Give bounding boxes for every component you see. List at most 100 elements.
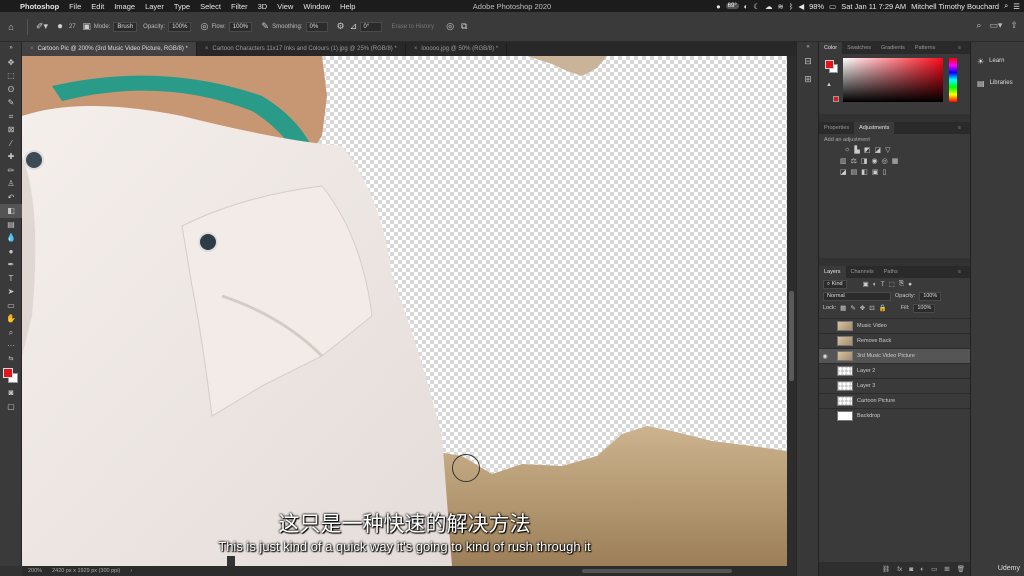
more-tools-icon[interactable]: ··· <box>0 339 22 353</box>
tab-paths[interactable]: Paths <box>879 266 903 278</box>
lock-pixels-icon[interactable]: ✎ <box>850 304 855 312</box>
new-layer-icon[interactable]: ⊞ <box>944 565 949 573</box>
status-menu-icon[interactable]: › <box>130 566 132 576</box>
search-icon[interactable]: ⌕ <box>1004 1 1008 11</box>
layer-row[interactable]: Layer 3 <box>819 378 970 393</box>
fx-icon[interactable]: fx <box>897 566 902 573</box>
lock-all-icon[interactable]: 🔒 <box>879 304 887 312</box>
brightness-icon[interactable]: ☼ <box>844 146 850 154</box>
lasso-tool-icon[interactable]: ʘ <box>0 83 22 97</box>
brush-preset-icon[interactable]: ● <box>51 21 69 32</box>
brush-settings-icon[interactable]: ▣ <box>80 21 94 32</box>
pen-tool-icon[interactable]: ✒ <box>0 258 22 272</box>
close-icon[interactable]: × <box>30 46 34 52</box>
volume-icon[interactable]: ◀ <box>798 2 804 11</box>
filter-toggle-icon[interactable]: ● <box>908 281 912 288</box>
stamp-tool-icon[interactable]: ♙ <box>0 177 22 191</box>
menu-help[interactable]: Help <box>340 2 355 11</box>
shape-filter-icon[interactable]: ⬚ <box>889 280 895 288</box>
smart-filter-icon[interactable]: ⎘ <box>899 280 904 288</box>
flow-field[interactable]: 100% <box>228 21 253 32</box>
gradient-tool-icon[interactable]: ▤ <box>0 218 22 232</box>
foreground-color-swatch[interactable] <box>3 368 13 378</box>
panel-menu-icon[interactable]: ≡ <box>953 266 966 278</box>
document-canvas[interactable] <box>22 56 787 566</box>
wifi-icon[interactable]: ≋ <box>778 2 784 11</box>
close-icon[interactable]: × <box>205 46 209 52</box>
zoom-level[interactable]: 200% <box>28 566 42 576</box>
swap-colors-icon[interactable]: ⇆ <box>0 353 22 367</box>
scroll-thumb[interactable] <box>789 291 794 381</box>
new-group-icon[interactable]: ▭ <box>931 565 937 573</box>
bluetooth-icon[interactable]: ᛒ <box>789 2 794 11</box>
collapse-icon[interactable]: « <box>797 42 819 52</box>
frame-tool-icon[interactable]: ⊠ <box>0 123 22 137</box>
airbrush-icon[interactable]: ✎ <box>258 21 272 32</box>
pixel-filter-icon[interactable]: ▣ <box>863 280 869 288</box>
panel-menu-icon[interactable]: ≡ <box>953 122 966 134</box>
blur-tool-icon[interactable]: 💧 <box>0 231 22 245</box>
lock-transparency-icon[interactable]: ▦ <box>840 304 846 312</box>
color-swatches[interactable] <box>0 366 22 386</box>
record-icon[interactable]: ● <box>716 2 721 11</box>
curves-icon[interactable]: ◩ <box>864 146 871 154</box>
fill-field[interactable]: 100% <box>913 303 936 313</box>
adjustment-filter-icon[interactable]: ◐ <box>873 281 877 288</box>
photo-filter-icon[interactable]: ◉ <box>872 157 878 165</box>
blend-mode-select[interactable]: Normal <box>823 291 891 301</box>
quick-mask-icon[interactable]: ◙ <box>0 386 22 400</box>
black-white-icon[interactable]: ◨ <box>861 157 868 165</box>
quick-select-tool-icon[interactable]: ✎ <box>0 96 22 110</box>
gradient-map-icon[interactable]: ▯ <box>883 168 887 176</box>
menu-type[interactable]: Type <box>174 2 190 11</box>
eraser-tool-icon[interactable]: ◧ <box>0 204 22 218</box>
panel-menu-icon[interactable]: ≡ <box>953 42 966 54</box>
filter-kind-select[interactable]: ⌕ Kind <box>823 279 847 289</box>
menu-list-icon[interactable]: ☰ <box>1013 2 1020 11</box>
color-balance-icon[interactable]: ⚖ <box>851 157 857 165</box>
foreground-color-swatch[interactable] <box>825 60 834 69</box>
pressure-size-icon[interactable]: ◎ <box>443 21 457 32</box>
tab-patterns[interactable]: Patterns <box>910 42 940 54</box>
tab-layers[interactable]: Layers <box>819 266 846 278</box>
pressure-opacity-icon[interactable]: ◎ <box>197 21 211 32</box>
gamut-color-swatch[interactable] <box>833 96 839 102</box>
threshold-icon[interactable]: ◧ <box>861 168 868 176</box>
layer-row[interactable]: Remove Back <box>819 333 970 348</box>
battery-percent[interactable]: 98% <box>809 2 824 11</box>
menu-edit[interactable]: Edit <box>91 2 104 11</box>
tab-properties[interactable]: Properties <box>819 122 854 134</box>
home-icon[interactable]: ⌂ <box>0 22 22 32</box>
libraries-item[interactable]: ▤ Libraries <box>971 72 1024 94</box>
symmetry-icon[interactable]: ⧉ <box>457 21 471 32</box>
crop-tool-icon[interactable]: ⌗ <box>0 110 22 124</box>
tab-channels[interactable]: Channels <box>846 266 879 278</box>
hue-saturation-icon[interactable]: ▥ <box>840 157 847 165</box>
add-mask-icon[interactable]: ◙ <box>909 566 913 573</box>
brush-settings-icon[interactable]: ⊞ <box>797 70 819 88</box>
type-filter-icon[interactable]: T <box>881 281 885 288</box>
adjustment-layer-icon[interactable]: ◐ <box>920 566 924 573</box>
tab-color[interactable]: Color <box>819 42 843 54</box>
menu-file[interactable]: File <box>69 2 81 11</box>
smoothing-field[interactable]: 0% <box>305 21 328 32</box>
layer-opacity-field[interactable]: 100% <box>919 291 942 301</box>
horizontal-scrollbar[interactable] <box>582 569 732 573</box>
mode-select[interactable]: Brush <box>113 21 138 32</box>
cloud-icon[interactable]: ☁ <box>765 2 773 11</box>
tab-cartoon-pic[interactable]: × Cartoon Pic @ 200% (3rd Music Video Pic… <box>22 42 197 56</box>
levels-icon[interactable]: ▙ <box>854 146 859 154</box>
posterize-icon[interactable]: ▤ <box>851 168 858 176</box>
vibrance-icon[interactable]: ▽ <box>885 146 890 154</box>
layer-row[interactable]: Backdrop <box>819 408 970 423</box>
hue-slider[interactable] <box>949 58 957 102</box>
layer-row[interactable]: Layer 2 <box>819 363 970 378</box>
share-icon[interactable]: ⇪ <box>1010 20 1018 31</box>
smoothing-settings-icon[interactable]: ⚙ <box>334 21 348 32</box>
color-lookup-icon[interactable]: ▦ <box>892 157 899 165</box>
learn-item[interactable]: ☀ Learn <box>971 50 1024 72</box>
tab-looooo[interactable]: × looooo.jpg @ 50% (RGB/8) * <box>406 42 508 56</box>
eyedropper-tool-icon[interactable]: ⁄ <box>0 137 22 151</box>
layer-row-selected[interactable]: ◉ 3rd Music Video Picture <box>819 348 970 363</box>
history-brush-tool-icon[interactable]: ↶ <box>0 191 22 205</box>
